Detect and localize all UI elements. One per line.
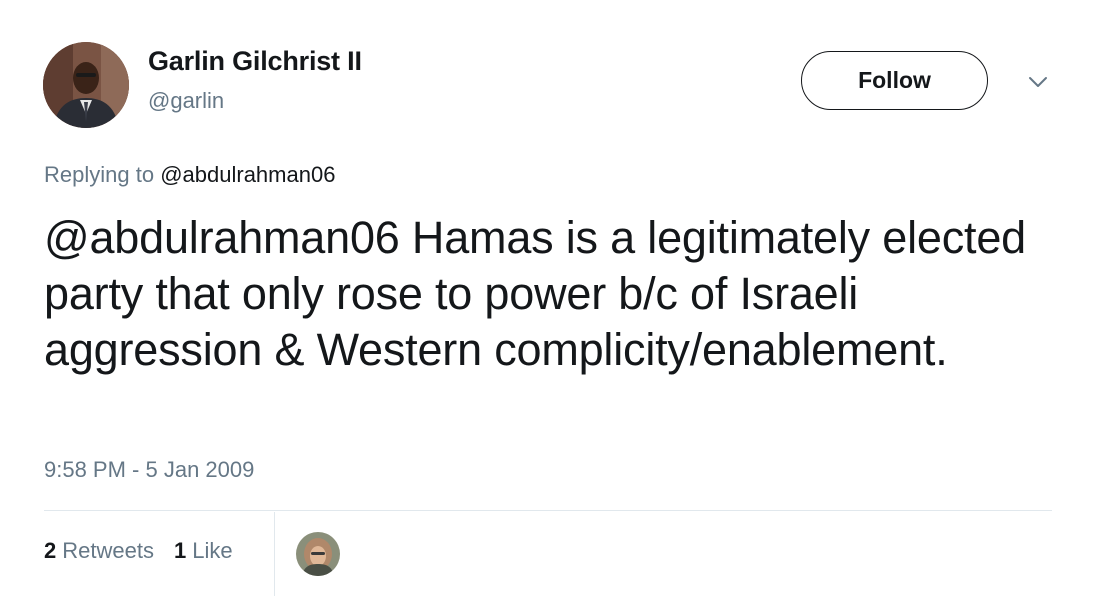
reply-target-link[interactable]: @abdulrahman06 [160, 162, 335, 187]
likes-stat[interactable]: 1 Like [174, 538, 233, 564]
tweet-stats: 2 Retweets 1 Like [44, 538, 233, 564]
liker-avatar[interactable] [296, 532, 340, 576]
follow-button[interactable]: Follow [801, 51, 988, 110]
chevron-down-icon[interactable] [1024, 72, 1052, 92]
author-handle[interactable]: @garlin [148, 88, 224, 114]
author-avatar[interactable] [43, 42, 129, 128]
divider [44, 510, 1052, 511]
reply-context: Replying to @abdulrahman06 [44, 162, 335, 188]
author-name[interactable]: Garlin Gilchrist II [148, 46, 362, 77]
likes-count: 1 [173, 538, 187, 563]
likes-label: Like [192, 538, 233, 563]
retweets-stat[interactable]: 2 Retweets [44, 538, 154, 564]
tweet-timestamp[interactable]: 9:58 PM - 5 Jan 2009 [44, 457, 254, 483]
retweets-label: Retweets [62, 538, 154, 563]
vertical-divider [274, 512, 275, 596]
reply-prefix: Replying to [44, 162, 155, 187]
tweet-text: @abdulrahman06 Hamas is a legitimately e… [44, 212, 1026, 375]
retweets-count: 2 [44, 538, 57, 563]
